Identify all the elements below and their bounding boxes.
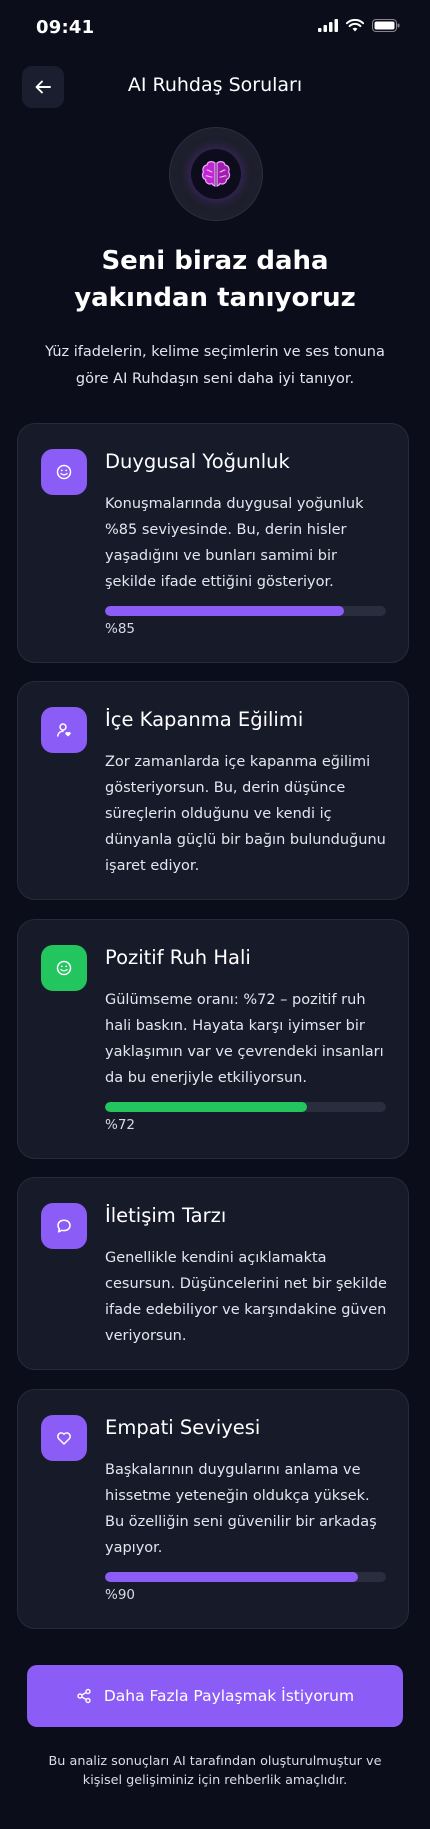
card-title: İçe Kapanma Eğilimi (105, 708, 304, 731)
card-text: Konuşmalarında duygusal yoğunluk %85 sev… (105, 496, 364, 590)
hero-avatar (169, 127, 263, 221)
status-bar: 09:41 (0, 0, 430, 54)
chat-bubble-icon (57, 1219, 71, 1233)
smile-icon (56, 960, 72, 976)
card-icon-box (41, 945, 87, 991)
card-icon-box (41, 449, 87, 495)
card-title: İletişim Tarzı (105, 1204, 227, 1227)
progress-fill (105, 606, 344, 616)
card-text: Genellikle kendini açıklamakta cesursun.… (105, 1250, 387, 1344)
card-text: Gülümseme oranı: %72 – pozitif ruh hali … (105, 992, 384, 1086)
insight-card-emotional-intensity: Duygusal Yoğunluk Konuşmalarında duygusa… (17, 423, 409, 663)
card-icon-box (41, 1203, 87, 1249)
insight-card-positive-mood: Pozitif Ruh Hali Gülümseme oranı: %72 – … (17, 919, 409, 1159)
progress-bar (105, 1572, 386, 1582)
smile-icon (56, 464, 72, 480)
progress-bar (105, 1102, 386, 1112)
card-title: Empati Seviyesi (105, 1416, 261, 1439)
card-text: Zor zamanlarda içe kapanma eğilimi göste… (105, 754, 386, 874)
heart-icon (57, 1432, 71, 1445)
status-icons (318, 19, 400, 32)
share-more-button[interactable]: Daha Fazla Paylaşmak İstiyorum (27, 1665, 403, 1727)
battery-icon (372, 19, 400, 32)
insight-card-communication-style: İletişim Tarzı Genellikle kendini açıkla… (17, 1177, 409, 1370)
progress-label: %85 (105, 621, 136, 637)
card-icon-box (41, 1415, 87, 1461)
share-icon (77, 1688, 91, 1704)
progress-label: %90 (105, 1587, 136, 1603)
brain-icon (201, 161, 231, 187)
footer-disclaimer: Bu analiz sonuçları AI tarafından oluştu… (48, 1754, 382, 1788)
progress-label: %72 (105, 1117, 136, 1133)
insight-card-empathy-level: Empati Seviyesi Başkalarının duygularını… (17, 1389, 409, 1629)
share-more-button-label: Daha Fazla Paylaşmak İstiyorum (103, 1687, 355, 1705)
hero-title: Seni biraz daha yakından tanıyoruz (74, 246, 356, 313)
hero-subtitle: Yüz ifadelerin, kelime seçimlerin ve ses… (45, 344, 385, 387)
page-title: AI Ruhdaş Soruları (127, 74, 303, 96)
user-heart-icon (57, 723, 71, 737)
header: AI Ruhdaş Soruları (0, 64, 430, 110)
status-time: 09:41 (36, 17, 95, 38)
card-text: Başkalarının duygularını anlama ve hisse… (105, 1462, 377, 1556)
card-title: Duygusal Yoğunluk (105, 450, 290, 473)
progress-fill (105, 1572, 358, 1582)
insight-card-introversion: İçe Kapanma Eğilimi Zor zamanlarda içe k… (17, 681, 409, 900)
wifi-icon (346, 19, 364, 32)
signal-icon (318, 19, 338, 32)
card-title: Pozitif Ruh Hali (105, 946, 251, 969)
progress-fill (105, 1102, 308, 1112)
progress-bar (105, 606, 386, 616)
card-icon-box (41, 707, 87, 753)
